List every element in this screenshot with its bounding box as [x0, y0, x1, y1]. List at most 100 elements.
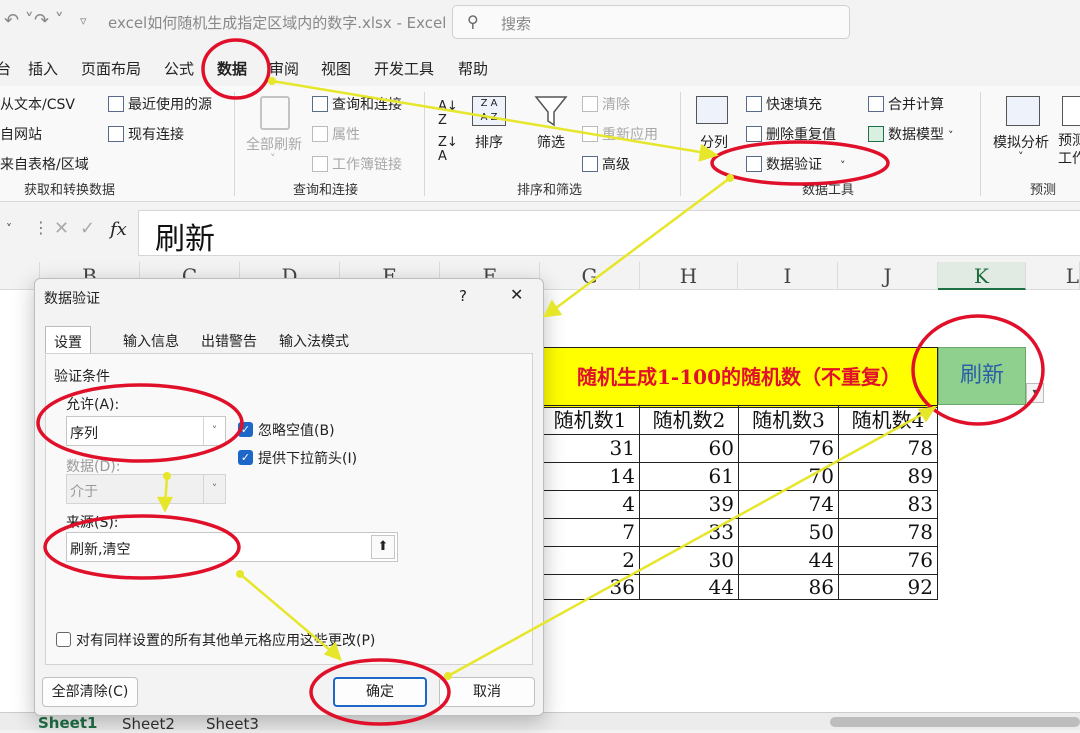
data-cell[interactable]: 14	[540, 462, 640, 491]
tab-error-alert[interactable]: 出错警告	[193, 326, 265, 354]
allow-select[interactable]: 序列 ˅	[66, 416, 226, 446]
from-web-button[interactable]: 自网站	[0, 124, 42, 144]
header-cell[interactable]: 随机数2	[639, 405, 739, 435]
tab-developer[interactable]: 开发工具	[374, 58, 434, 79]
undo-icon[interactable]: ↶ ˅	[4, 10, 34, 31]
customize-toolbar-icon[interactable]: ▿	[80, 14, 87, 29]
data-cell[interactable]: 33	[639, 518, 739, 547]
refresh-all-button[interactable]: 全部刷新	[246, 134, 302, 154]
sort-button[interactable]: 排序	[475, 132, 503, 152]
existing-connections-button[interactable]: 现有连接	[108, 124, 184, 144]
recent-sources-button[interactable]: 最近使用的源	[108, 94, 212, 114]
column-header-l[interactable]: L	[1026, 262, 1080, 290]
filter-button[interactable]: 筛选	[537, 132, 565, 152]
search-input[interactable]: ⚲ 搜索	[452, 5, 850, 39]
from-table-button[interactable]: 来自表格/区域	[0, 154, 89, 174]
column-header-g[interactable]: G	[540, 262, 640, 290]
queries-connections-button[interactable]: 查询和连接	[312, 94, 402, 114]
tab-ime-mode[interactable]: 输入法模式	[271, 326, 357, 354]
sheet-tab-2[interactable]: Sheet2	[122, 715, 175, 733]
reapply-button[interactable]: 重新应用	[582, 124, 658, 144]
tab-home[interactable]: 台	[0, 58, 11, 79]
header-cell[interactable]: 随机数1	[540, 405, 640, 435]
data-cell[interactable]: 30	[639, 546, 739, 575]
data-cell[interactable]: 78	[838, 434, 938, 463]
data-model-button[interactable]: 数据模型 ˅	[868, 124, 954, 144]
help-button[interactable]: ?	[459, 287, 467, 305]
tab-formulas[interactable]: 公式	[164, 58, 194, 79]
data-cell[interactable]: 74	[738, 490, 839, 519]
sort-ascending-icon[interactable]: A↓ Z	[438, 100, 458, 128]
data-cell[interactable]: 86	[738, 574, 839, 600]
tab-review[interactable]: 审阅	[269, 58, 299, 79]
horizontal-scrollbar[interactable]	[830, 717, 1080, 727]
tab-page-layout[interactable]: 页面布局	[81, 58, 141, 79]
from-text-csv-button[interactable]: 从文本/CSV	[0, 94, 75, 114]
close-button[interactable]: ✕	[510, 285, 523, 304]
formula-input[interactable]	[138, 210, 1080, 256]
ok-button[interactable]: 确定	[333, 677, 427, 707]
data-cell[interactable]: 44	[738, 546, 839, 575]
cell-dropdown-button[interactable]: ▾	[1026, 383, 1044, 403]
what-if-button[interactable]: 模拟分析	[993, 132, 1049, 152]
in-cell-dropdown-checkbox[interactable]: ✓	[238, 450, 253, 465]
data-cell[interactable]: 61	[639, 462, 739, 491]
clear-all-button[interactable]: 全部清除(C)	[42, 677, 138, 707]
collapse-dialog-icon[interactable]: ⬆	[371, 535, 395, 559]
tab-input-message[interactable]: 输入信息	[115, 326, 187, 354]
flash-fill-button[interactable]: 快速填充	[746, 94, 822, 114]
sheet-tab-1[interactable]: Sheet1	[38, 714, 97, 732]
header-cell[interactable]: 随机数3	[738, 405, 839, 435]
tab-view[interactable]: 视图	[321, 58, 351, 79]
data-cell[interactable]: 70	[738, 462, 839, 491]
redo-icon[interactable]: ↷ ˅	[34, 10, 64, 31]
more-options-icon[interactable]: ⋮	[33, 218, 49, 237]
data-cell[interactable]: 2	[540, 546, 640, 575]
tab-data[interactable]: 数据	[217, 58, 247, 79]
column-header-h[interactable]: H	[640, 262, 738, 290]
properties-button[interactable]: 属性	[312, 124, 360, 144]
header-cell[interactable]: 随机数4	[838, 405, 938, 435]
workbook-links-button[interactable]: 工作簿链接	[312, 154, 402, 174]
apply-all-checkbox[interactable]	[56, 632, 71, 647]
column-header-k[interactable]: K	[938, 262, 1026, 290]
forecast-sheet-button[interactable]: 预测 工作	[1058, 132, 1080, 168]
advanced-filter-button[interactable]: 高级	[582, 154, 630, 174]
insert-function-icon[interactable]: fx	[110, 219, 127, 240]
sort-descending-icon[interactable]: Z↓ A	[438, 136, 458, 164]
data-validation-button[interactable]: 数据验证 ˅	[746, 154, 846, 174]
data-cell[interactable]: 76	[838, 546, 938, 575]
consolidate-button[interactable]: 合并计算	[868, 94, 944, 114]
tab-settings[interactable]: 设置	[45, 326, 91, 354]
cancel-entry-icon[interactable]: ✕	[54, 218, 69, 239]
tab-help[interactable]: 帮助	[458, 58, 488, 79]
data-cell[interactable]: 44	[639, 574, 739, 600]
source-input[interactable]: 刷新,清空 ⬆	[66, 532, 398, 562]
data-cell[interactable]: 92	[838, 574, 938, 600]
column-header-j[interactable]: J	[838, 262, 938, 290]
data-cell[interactable]: 89	[838, 462, 938, 491]
data-cell[interactable]: 60	[639, 434, 739, 463]
confirm-entry-icon[interactable]: ✓	[80, 218, 95, 239]
ignore-blank-checkbox[interactable]: ✓	[238, 422, 253, 437]
data-cell[interactable]: 78	[838, 518, 938, 547]
data-cell[interactable]: 36	[540, 574, 640, 600]
sheet-tab-3[interactable]: Sheet3	[206, 715, 259, 733]
remove-duplicates-button[interactable]: 删除重复值	[746, 124, 836, 144]
data-select[interactable]: 介于 ˅	[66, 474, 226, 504]
data-cell[interactable]: 4	[540, 490, 640, 519]
tab-insert[interactable]: 插入	[28, 58, 58, 79]
text-to-columns-button[interactable]: 分列	[700, 132, 728, 152]
data-cell[interactable]: 83	[838, 490, 938, 519]
data-cell[interactable]: 7	[540, 518, 640, 547]
data-cell[interactable]: 39	[639, 490, 739, 519]
cancel-button[interactable]: 取消	[439, 677, 535, 707]
sheet-title-cell[interactable]: 随机生成1-100的随机数（不重复）	[540, 347, 938, 408]
refresh-cell[interactable]: 刷新	[938, 347, 1026, 405]
name-box-dropdown-icon[interactable]: ˅	[6, 222, 12, 236]
clear-filter-button[interactable]: 清除	[582, 94, 630, 114]
data-cell[interactable]: 50	[738, 518, 839, 547]
data-cell[interactable]: 31	[540, 434, 640, 463]
column-header-i[interactable]: I	[738, 262, 838, 290]
data-cell[interactable]: 76	[738, 434, 839, 463]
